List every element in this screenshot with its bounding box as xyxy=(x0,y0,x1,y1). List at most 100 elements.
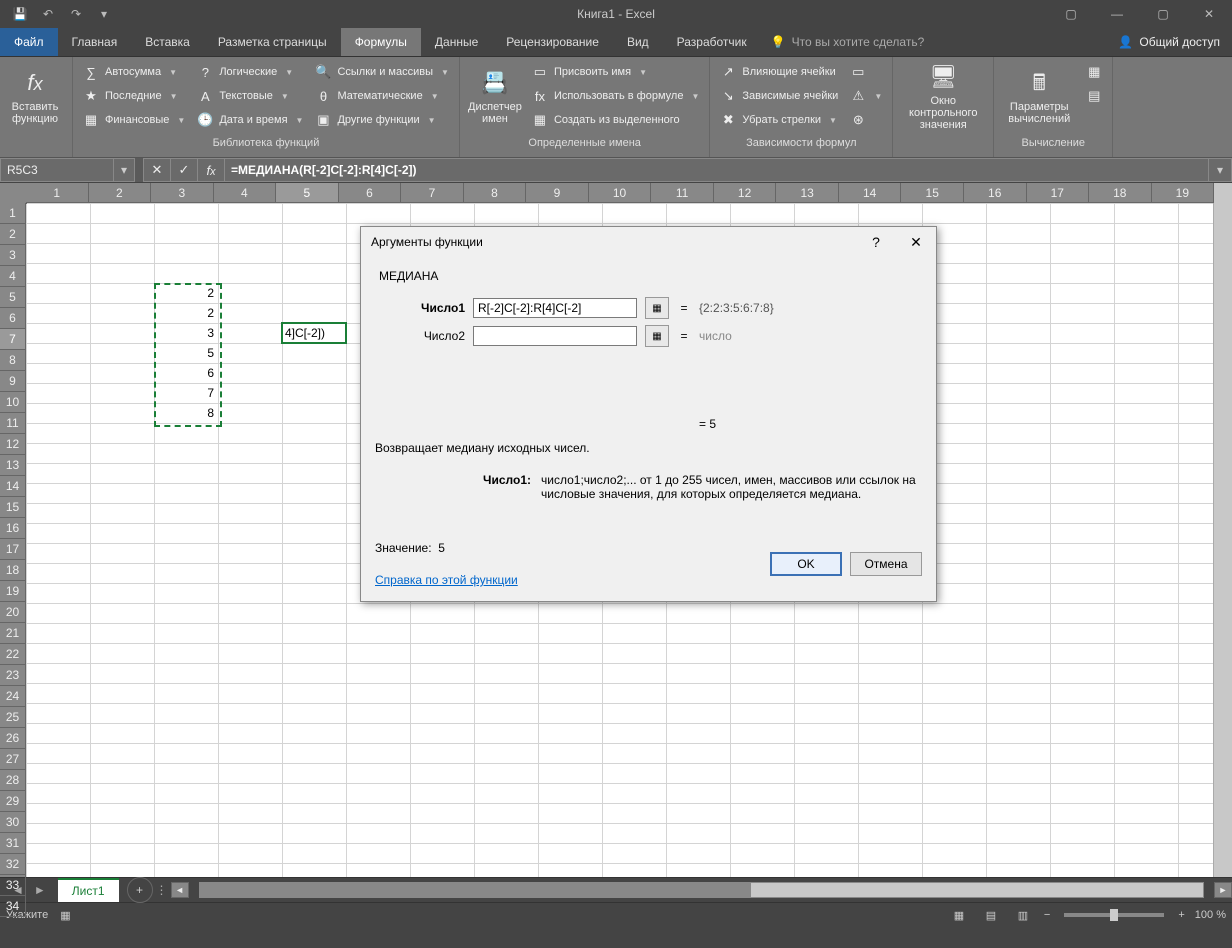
row-header[interactable]: 26 xyxy=(0,728,26,749)
row-header[interactable]: 28 xyxy=(0,770,26,791)
row-header[interactable]: 31 xyxy=(0,833,26,854)
arg1-collapse-button[interactable]: ▦ xyxy=(645,297,669,319)
zoom-slider[interactable] xyxy=(1064,913,1164,917)
row-header[interactable]: 3 xyxy=(0,245,26,266)
create-from-selection-button[interactable]: ▦Создать из выделенного xyxy=(528,109,703,131)
arg1-input[interactable] xyxy=(473,298,637,318)
column-header[interactable]: 7 xyxy=(401,183,464,203)
dialog-ok-button[interactable]: OK xyxy=(770,552,842,576)
row-header[interactable]: 10 xyxy=(0,392,26,413)
dialog-cancel-button[interactable]: Отмена xyxy=(850,552,922,576)
financial-button[interactable]: ▦Финансовые▼ xyxy=(79,109,189,131)
tab-view[interactable]: Вид xyxy=(613,28,663,56)
column-header[interactable]: 15 xyxy=(901,183,964,203)
column-header[interactable]: 18 xyxy=(1089,183,1152,203)
use-in-formula-button[interactable]: fxИспользовать в формуле▼ xyxy=(528,85,703,107)
row-header[interactable]: 25 xyxy=(0,707,26,728)
row-header[interactable]: 11 xyxy=(0,413,26,434)
close-button[interactable]: ✕ xyxy=(1186,0,1232,28)
calc-now-button[interactable]: ▦ xyxy=(1082,61,1106,83)
row-header[interactable]: 8 xyxy=(0,350,26,371)
name-box-dropdown[interactable]: ▾ xyxy=(114,158,135,182)
column-header[interactable]: 10 xyxy=(589,183,652,203)
name-box[interactable]: R5C3 xyxy=(0,158,114,182)
sheet-next-button[interactable]: ► xyxy=(30,883,50,897)
redo-icon[interactable]: ↷ xyxy=(64,2,88,26)
remove-arrows-button[interactable]: ✖Убрать стрелки▼ xyxy=(716,109,842,131)
tab-file[interactable]: Файл xyxy=(0,28,58,56)
zoom-in-button[interactable]: + xyxy=(1178,909,1184,921)
formula-input[interactable]: =МЕДИАНА(R[-2]C[-2]:R[4]C[-2]) xyxy=(225,158,1209,182)
evaluate-formula-button[interactable]: ⊛ xyxy=(846,109,886,131)
row-header[interactable]: 16 xyxy=(0,518,26,539)
row-header[interactable]: 14 xyxy=(0,476,26,497)
insert-function-button[interactable]: fx Вставить функцию xyxy=(6,59,64,133)
macro-record-icon[interactable]: ▦ xyxy=(60,909,70,922)
row-header[interactable]: 2 xyxy=(0,224,26,245)
tab-formulas[interactable]: Формулы xyxy=(341,28,421,56)
select-all-corner[interactable] xyxy=(0,183,27,204)
autosum-button[interactable]: ∑Автосумма▼ xyxy=(79,61,189,83)
column-header[interactable]: 8 xyxy=(464,183,527,203)
column-header[interactable]: 16 xyxy=(964,183,1027,203)
name-manager-button[interactable]: 📇 Диспетчер имен xyxy=(466,59,524,133)
hscroll-right-button[interactable]: ► xyxy=(1214,882,1232,898)
calculation-options-button[interactable]: 🖩 Параметры вычислений xyxy=(1000,59,1078,133)
zoom-level[interactable]: 100 % xyxy=(1195,909,1226,921)
cancel-formula-button[interactable]: ✕ xyxy=(143,158,170,182)
row-header[interactable]: 27 xyxy=(0,749,26,770)
enter-formula-button[interactable]: ✓ xyxy=(170,158,197,182)
add-sheet-button[interactable]: + xyxy=(127,877,153,903)
row-header[interactable]: 12 xyxy=(0,434,26,455)
expand-formula-bar-button[interactable]: ▾ xyxy=(1209,158,1232,182)
row-header[interactable]: 7 xyxy=(0,329,26,350)
zoom-out-button[interactable]: − xyxy=(1044,909,1050,921)
row-header[interactable]: 30 xyxy=(0,812,26,833)
row-header[interactable]: 20 xyxy=(0,602,26,623)
column-header[interactable]: 17 xyxy=(1027,183,1090,203)
row-header[interactable]: 5 xyxy=(0,287,26,308)
row-header[interactable]: 21 xyxy=(0,623,26,644)
row-header[interactable]: 22 xyxy=(0,644,26,665)
row-header[interactable]: 18 xyxy=(0,560,26,581)
horizontal-scrollbar[interactable] xyxy=(199,882,1204,898)
column-header[interactable]: 11 xyxy=(651,183,714,203)
qat-customize-icon[interactable]: ▾ xyxy=(92,2,116,26)
row-header[interactable]: 23 xyxy=(0,665,26,686)
minimize-button[interactable]: — xyxy=(1094,0,1140,28)
column-header[interactable]: 1 xyxy=(26,183,89,203)
error-check-button[interactable]: ⚠▼ xyxy=(846,85,886,107)
column-header[interactable]: 6 xyxy=(339,183,402,203)
tab-page-layout[interactable]: Разметка страницы xyxy=(204,28,341,56)
insert-function-fx-button[interactable]: fx xyxy=(197,158,225,182)
define-name-button[interactable]: ▭Присвоить имя▼ xyxy=(528,61,703,83)
view-page-break-button[interactable]: ▥ xyxy=(1012,906,1034,924)
tell-me-search[interactable]: 💡 Что вы хотите сделать? xyxy=(761,28,935,56)
math-button[interactable]: θМатематические▼ xyxy=(311,85,452,107)
dialog-help-button[interactable]: ? xyxy=(856,227,896,257)
arg2-collapse-button[interactable]: ▦ xyxy=(645,325,669,347)
row-header[interactable]: 1 xyxy=(0,203,26,224)
tab-data[interactable]: Данные xyxy=(421,28,492,56)
vertical-scrollbar[interactable] xyxy=(1213,183,1232,877)
active-cell[interactable]: 4]C[-2]) xyxy=(281,322,347,344)
show-formulas-button[interactable]: ▭ xyxy=(846,61,886,83)
view-page-layout-button[interactable]: ▤ xyxy=(980,906,1002,924)
row-header[interactable]: 32 xyxy=(0,854,26,875)
arg2-input[interactable] xyxy=(473,326,637,346)
watch-window-button[interactable]: 🖥 Окно контрольного значения xyxy=(899,59,987,133)
row-header[interactable]: 4 xyxy=(0,266,26,287)
logical-button[interactable]: ?Логические▼ xyxy=(193,61,307,83)
column-header[interactable]: 14 xyxy=(839,183,902,203)
maximize-button[interactable]: ▢ xyxy=(1140,0,1186,28)
calc-sheet-button[interactable]: ▤ xyxy=(1082,85,1106,107)
undo-icon[interactable]: ↶ xyxy=(36,2,60,26)
column-header[interactable]: 9 xyxy=(526,183,589,203)
row-header[interactable]: 17 xyxy=(0,539,26,560)
column-header[interactable]: 19 xyxy=(1152,183,1215,203)
dialog-help-link[interactable]: Справка по этой функции xyxy=(375,573,518,587)
column-header[interactable]: 2 xyxy=(89,183,152,203)
row-header[interactable]: 33 xyxy=(0,875,26,896)
tab-developer[interactable]: Разработчик xyxy=(663,28,761,56)
row-header[interactable]: 19 xyxy=(0,581,26,602)
